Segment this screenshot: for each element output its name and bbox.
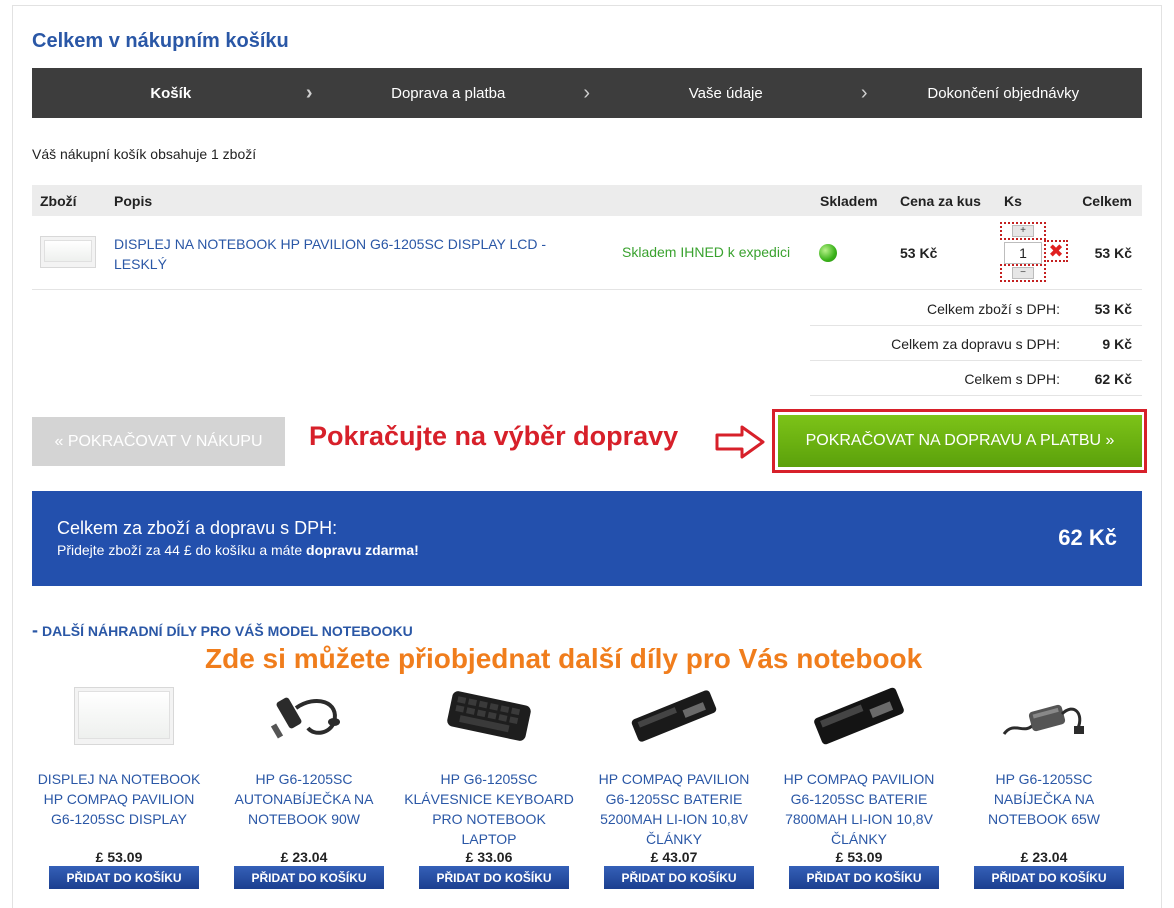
qty-decrease-button[interactable]: − [1000, 264, 1046, 282]
add-to-cart-button[interactable]: PŘIDAT DO KOŠÍKU [419, 866, 569, 889]
product-name[interactable]: HP COMPAQ PAVILION G6-1205SC BATERIE 780… [774, 769, 944, 849]
summary-value: 53 Kč [1094, 301, 1132, 317]
qty-increase-button[interactable]: + [1000, 222, 1046, 240]
step-label: Košík [150, 84, 192, 102]
header-item: Zboží [40, 193, 77, 209]
arrow-right-icon [715, 425, 765, 459]
header-qty: Ks [1004, 193, 1022, 209]
continue-to-shipping-button[interactable]: POKRAČOVAT NA DOPRAVU A PLATBU » [778, 415, 1142, 467]
step-label: Vaše údaje [688, 84, 763, 102]
product-name[interactable]: HP COMPAQ PAVILION G6-1205SC BATERIE 520… [589, 769, 759, 849]
banner-sub-text: Přidejte zboží za 44 £ do košíku a máte [57, 542, 307, 558]
row-total: 53 Kč [1094, 245, 1132, 261]
add-to-cart-button[interactable]: PŘIDAT DO KOŠÍKU [49, 866, 199, 889]
annotation-order-more-parts: Zde si můžete přiobjednat další díly pro… [205, 643, 923, 674]
collapse-icon: - [32, 620, 38, 640]
summary-shipping: Celkem za dopravu s DPH: 9 Kč [810, 326, 1142, 361]
add-to-cart-button[interactable]: PŘIDAT DO KOŠÍKU [234, 866, 384, 889]
product-price: £ 43.07 [650, 849, 698, 865]
banner-free-shipping: Přidejte zboží za 44 £ do košíku a máte … [57, 542, 419, 558]
page-title: Celkem v nákupním košíku [32, 30, 289, 52]
cart-row: DISPLEJ NA NOTEBOOK HP PAVILION G6-1205S… [32, 216, 1142, 290]
continue-shopping-button[interactable]: « POKRAČOVAT V NÁKUPU [32, 417, 285, 466]
header-unit-price: Cena za kus [900, 193, 981, 209]
lcd-panel-icon[interactable] [40, 236, 96, 268]
product-price: £ 23.04 [280, 849, 328, 865]
add-to-cart-button[interactable]: PŘIDAT DO KOŠÍKU [604, 866, 754, 889]
summary-label: Celkem s DPH: [964, 371, 1060, 387]
cart-intro: Váš nákupní košík obsahuje 1 zboží [32, 146, 257, 162]
product-price: £ 53.09 [835, 849, 883, 865]
cart-table-header: Zboží Popis Skladem Cena za kus Ks Celke… [32, 185, 1142, 216]
product-name[interactable]: HP G6-1205SC AUTONABÍJEČKA NA NOTEBOOK 9… [219, 769, 389, 849]
add-to-cart-button[interactable]: PŘIDAT DO KOŠÍKU [789, 866, 939, 889]
summary-label: Celkem zboží s DPH: [926, 301, 1060, 317]
related-parts-title: DALŠÍ NÁHRADNÍ DÍLY PRO VÁŠ MODEL NOTEBO… [42, 623, 413, 639]
checkout-steps: Košík › Doprava a platba › Vaše údaje › … [32, 68, 1142, 118]
product-name[interactable]: DISPLEJ NA NOTEBOOK HP COMPAQ PAVILION G… [34, 769, 204, 849]
product-name[interactable]: HP G6-1205SC KLÁVESNICE KEYBOARD PRO NOT… [404, 769, 574, 849]
banner-title: Celkem za zboží a dopravu s DPH: [57, 518, 338, 538]
step-cart[interactable]: Košík › [32, 68, 312, 118]
keyboard-icon[interactable] [439, 684, 539, 748]
product-card: HP COMPAQ PAVILION G6-1205SC BATERIE 520… [589, 682, 759, 892]
step-order-completion[interactable]: Dokončení objednávky [865, 68, 1143, 118]
banner-amount: 62 Kč [1058, 525, 1117, 550]
related-parts-heading[interactable]: - DALŠÍ NÁHRADNÍ DÍLY PRO VÁŠ MODEL NOTEB… [32, 620, 413, 641]
minus-icon: − [1012, 267, 1034, 279]
product-card: HP G6-1205SC AUTONABÍJEČKA NA NOTEBOOK 9… [219, 682, 389, 892]
product-price: £ 33.06 [465, 849, 513, 865]
lcd-panel-icon[interactable] [74, 687, 174, 745]
annotation-choose-shipping: Pokračujte na výběr dopravy [309, 421, 679, 451]
battery-icon[interactable] [624, 684, 724, 748]
charger-icon[interactable] [994, 684, 1094, 748]
order-total-banner: Celkem za zboží a dopravu s DPH: Přidejt… [32, 491, 1142, 586]
in-stock-icon [819, 244, 837, 262]
car-charger-icon[interactable] [254, 684, 354, 748]
summary-goods: Celkem zboží s DPH: 53 Kč [810, 291, 1142, 326]
header-stock: Skladem [820, 193, 878, 209]
banner-sub-bold: dopravu zdarma! [306, 542, 419, 558]
add-to-cart-button[interactable]: PŘIDAT DO KOŠÍKU [974, 866, 1124, 889]
battery-icon[interactable] [809, 684, 909, 748]
plus-icon: + [1012, 225, 1034, 237]
product-card: HP G6-1205SC NABÍJEČKA NA NOTEBOOK 65W £… [959, 682, 1129, 892]
unit-price: 53 Kč [900, 245, 938, 261]
product-card: HP COMPAQ PAVILION G6-1205SC BATERIE 780… [774, 682, 944, 892]
stock-status: Skladem IHNED k expedici [622, 244, 791, 260]
step-your-details[interactable]: Vaše údaje › [587, 68, 868, 118]
product-card: DISPLEJ NA NOTEBOOK HP COMPAQ PAVILION G… [34, 682, 204, 892]
related-products: DISPLEJ NA NOTEBOOK HP COMPAQ PAVILION G… [32, 682, 1142, 892]
product-price: £ 53.09 [95, 849, 143, 865]
qty-input[interactable]: 1 [1004, 242, 1042, 264]
product-card: HP G6-1205SC KLÁVESNICE KEYBOARD PRO NOT… [404, 682, 574, 892]
step-label: Dokončení objednávky [927, 84, 1080, 102]
step-label: Doprava a platba [391, 84, 506, 102]
summary-value: 62 Kč [1094, 371, 1132, 387]
remove-item-button[interactable]: ✖ [1044, 240, 1068, 262]
summary-value: 9 Kč [1102, 336, 1132, 352]
header-description: Popis [114, 193, 153, 209]
product-name[interactable]: HP G6-1205SC NABÍJEČKA NA NOTEBOOK 65W [959, 769, 1129, 849]
summary-total: Celkem s DPH: 62 Kč [810, 361, 1142, 396]
product-price: £ 23.04 [1020, 849, 1068, 865]
summary-label: Celkem za dopravu s DPH: [891, 336, 1060, 352]
cart-product-link[interactable]: DISPLEJ NA NOTEBOOK HP PAVILION G6-1205S… [114, 234, 584, 274]
header-total: Celkem [1082, 193, 1132, 209]
step-shipping-payment[interactable]: Doprava a platba › [310, 68, 590, 118]
